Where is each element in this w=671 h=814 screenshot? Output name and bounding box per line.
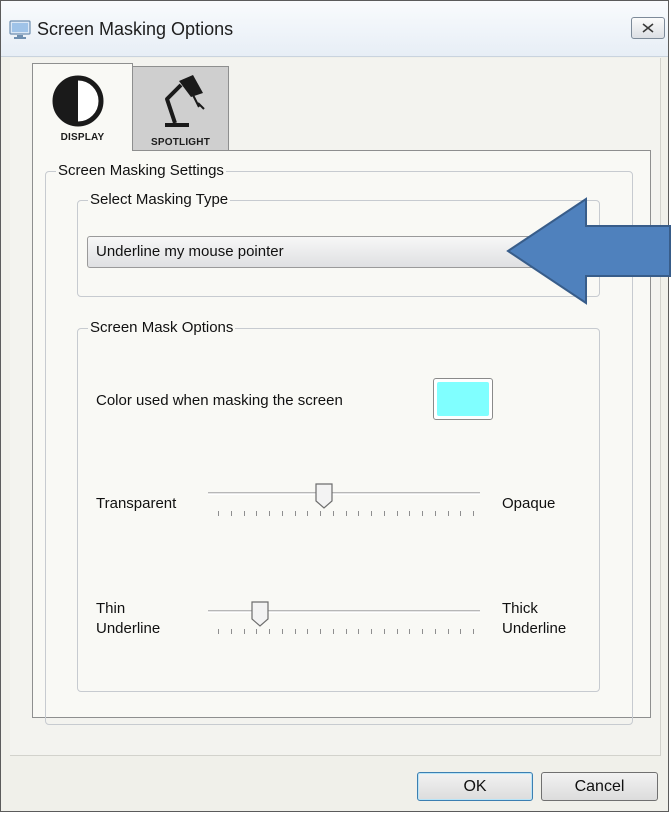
opacity-tick bbox=[371, 511, 372, 516]
opacity-tick bbox=[256, 511, 258, 516]
opacity-tick bbox=[383, 511, 385, 516]
display-half-circle-icon bbox=[52, 75, 104, 127]
screen-masking-options-window: Screen Masking Options DISPLAY SPOTLIGHT… bbox=[0, 0, 671, 812]
thickness-tick bbox=[281, 629, 283, 634]
thickness-max-label: Thick Underline bbox=[502, 599, 566, 639]
thickness-tick bbox=[230, 629, 232, 634]
thickness-tick bbox=[473, 629, 474, 634]
thickness-tick bbox=[409, 629, 411, 634]
thickness-tick bbox=[396, 629, 398, 634]
mask-color-swatch bbox=[437, 382, 489, 416]
close-icon bbox=[642, 23, 654, 33]
opacity-min-label: Transparent bbox=[96, 495, 177, 512]
title-bar: Screen Masking Options bbox=[1, 1, 668, 57]
thickness-tick bbox=[218, 629, 219, 634]
thickness-max-label-line2: Underline bbox=[502, 620, 567, 637]
thickness-tick bbox=[307, 629, 309, 634]
opacity-tick bbox=[307, 511, 309, 516]
opacity-tick bbox=[320, 511, 321, 516]
thickness-tick bbox=[371, 629, 372, 634]
opacity-tick bbox=[345, 511, 347, 516]
thickness-slider[interactable] bbox=[208, 601, 480, 641]
thickness-min-label: Thin Underline bbox=[96, 599, 160, 639]
screen-masking-settings-label: Screen Masking Settings bbox=[56, 162, 226, 179]
masking-type-selected-value: Underline my mouse pointer bbox=[96, 243, 284, 260]
thickness-tick bbox=[422, 629, 423, 634]
opacity-tick bbox=[294, 511, 296, 516]
opacity-tick bbox=[243, 511, 245, 516]
masking-type-select[interactable]: Underline my mouse pointer bbox=[87, 236, 569, 268]
opacity-tick bbox=[396, 511, 398, 516]
thickness-tick bbox=[345, 629, 347, 634]
opacity-tick bbox=[332, 511, 334, 516]
opacity-tick bbox=[409, 511, 411, 516]
opacity-slider[interactable] bbox=[208, 483, 480, 523]
mask-color-label: Color used when masking the screen bbox=[96, 392, 343, 409]
opacity-tick bbox=[269, 511, 270, 516]
thickness-tick bbox=[434, 629, 436, 634]
close-button[interactable] bbox=[631, 17, 665, 39]
thickness-slider-thumb[interactable] bbox=[251, 601, 269, 627]
opacity-tick bbox=[473, 511, 474, 516]
thickness-tick bbox=[243, 629, 245, 634]
thickness-min-label-line2: Underline bbox=[96, 620, 161, 637]
tab-spotlight[interactable]: SPOTLIGHT bbox=[132, 66, 229, 150]
thickness-tick bbox=[447, 629, 449, 634]
thickness-tick bbox=[256, 629, 258, 634]
ok-button[interactable]: OK bbox=[417, 772, 533, 801]
thickness-tick bbox=[383, 629, 385, 634]
opacity-tick bbox=[460, 511, 462, 516]
thickness-max-label-line1: Thick bbox=[502, 600, 538, 617]
window-title: Screen Masking Options bbox=[37, 19, 234, 39]
cancel-button[interactable]: Cancel bbox=[541, 772, 658, 801]
thickness-tick bbox=[269, 629, 270, 634]
opacity-tick bbox=[218, 511, 219, 516]
opacity-slider-thumb[interactable] bbox=[315, 483, 333, 509]
opacity-slider-ticks bbox=[218, 511, 474, 517]
tab-spotlight-label: SPOTLIGHT bbox=[150, 137, 211, 148]
thickness-slider-track bbox=[208, 610, 480, 613]
mask-color-button[interactable] bbox=[433, 378, 493, 420]
monitor-icon bbox=[9, 20, 31, 39]
thickness-min-label-line1: Thin bbox=[96, 600, 126, 617]
opacity-tick bbox=[434, 511, 436, 516]
opacity-tick bbox=[447, 511, 449, 516]
opacity-tick bbox=[422, 511, 423, 516]
tab-display-label: DISPLAY bbox=[60, 132, 105, 143]
thickness-slider-ticks bbox=[218, 629, 474, 635]
left-arrow-callout-icon bbox=[506, 197, 671, 305]
opacity-slider-track bbox=[208, 492, 480, 495]
select-masking-type-label: Select Masking Type bbox=[88, 191, 231, 208]
thickness-tick bbox=[294, 629, 296, 634]
screen-mask-options-label: Screen Mask Options bbox=[88, 319, 236, 336]
desk-lamp-icon bbox=[165, 75, 205, 127]
thickness-tick bbox=[332, 629, 334, 634]
thickness-tick bbox=[358, 629, 360, 634]
thickness-tick bbox=[460, 629, 462, 634]
thickness-tick bbox=[320, 629, 321, 634]
opacity-tick bbox=[230, 511, 232, 516]
tab-display[interactable]: DISPLAY bbox=[32, 63, 133, 151]
opacity-tick bbox=[358, 511, 360, 516]
opacity-tick bbox=[281, 511, 283, 516]
opacity-max-label: Opaque bbox=[502, 495, 556, 512]
